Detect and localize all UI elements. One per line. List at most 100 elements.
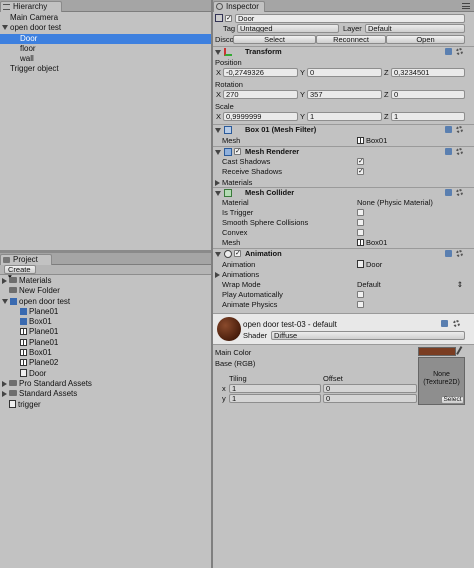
expand-triangle-icon[interactable] (215, 191, 221, 196)
position-y-field[interactable]: 0 (307, 68, 382, 77)
expand-triangle-icon[interactable] (2, 25, 8, 31)
project-tab[interactable]: Project (0, 254, 52, 265)
smooth-sphere-checkbox[interactable] (357, 219, 364, 226)
cast-shadows-checkbox[interactable]: ✓ (357, 158, 364, 165)
gear-icon[interactable] (456, 250, 463, 257)
hierarchy-item-door[interactable]: Door (0, 33, 211, 44)
collider-material-value[interactable]: None (Physic Material) (357, 198, 433, 207)
texture-slot[interactable]: None (Texture2D) Select (418, 357, 465, 405)
rot-x-label: X (216, 90, 222, 99)
gear-icon[interactable] (456, 126, 463, 133)
is-trigger-checkbox[interactable] (357, 209, 364, 216)
materials-foldout[interactable]: Materials (215, 178, 252, 187)
animation-header[interactable]: ✓ Animation (213, 248, 474, 259)
hierarchy-item-open-door-test[interactable]: open door test (0, 23, 211, 33)
hierarchy-item-main-camera[interactable]: Main Camera (0, 13, 211, 23)
project-item[interactable]: open door test (0, 297, 211, 307)
texture-select-button[interactable]: Select (441, 396, 464, 404)
eyedropper-icon[interactable] (456, 346, 466, 357)
project-item[interactable]: Pro Standard Assets (0, 379, 211, 389)
inspector-tab[interactable]: Inspector (213, 1, 265, 12)
tiling-x-label: x (222, 384, 226, 393)
collapsed-triangle-icon[interactable] (215, 180, 220, 186)
help-icon[interactable] (445, 48, 452, 55)
expand-triangle-icon[interactable] (215, 50, 221, 55)
convex-label: Convex (222, 228, 248, 237)
position-x-field[interactable]: -0,2749326 (223, 68, 298, 77)
project-item[interactable]: Plane02 (0, 358, 211, 368)
expand-triangle-icon[interactable] (2, 298, 8, 304)
folder-icon (9, 277, 17, 283)
mesh-filter-mesh-value[interactable]: Box01 (357, 136, 387, 145)
project-item[interactable]: Door (0, 368, 211, 379)
project-item[interactable]: Materials (0, 276, 211, 286)
project-item[interactable]: Plane01 (0, 327, 211, 337)
create-dropdown[interactable]: Create ▾ (4, 265, 36, 280)
help-icon[interactable] (445, 250, 452, 257)
select-button[interactable]: Select (233, 35, 316, 44)
position-z-field[interactable]: 0,3234501 (391, 68, 465, 77)
receive-shadows-checkbox[interactable]: ✓ (357, 168, 364, 175)
tiling-y-field[interactable]: 1 (229, 394, 321, 403)
expand-triangle-icon[interactable] (215, 128, 221, 133)
mesh-renderer-enabled-checkbox[interactable]: ✓ (234, 148, 241, 155)
mesh-collider-header[interactable]: Mesh Collider (213, 187, 474, 198)
mesh-renderer-header[interactable]: ✓ Mesh Renderer (213, 146, 474, 157)
tiling-x-field[interactable]: 1 (229, 384, 321, 393)
panel-menu-icon[interactable] (462, 3, 470, 9)
collider-mesh-value[interactable]: Box01 (357, 238, 387, 247)
hierarchy-tab[interactable]: Hierarchy (0, 1, 62, 12)
transform-header[interactable]: Transform (213, 46, 474, 57)
project-item[interactable]: trigger (0, 399, 211, 410)
collapsed-triangle-icon[interactable] (2, 278, 7, 284)
offset-x-field[interactable]: 0 (323, 384, 417, 393)
rotation-y-field[interactable]: 357 (307, 90, 382, 99)
project-item[interactable]: Plane01 (0, 307, 211, 317)
help-icon[interactable] (445, 126, 452, 133)
scale-y-field[interactable]: 1 (307, 112, 382, 121)
convex-checkbox[interactable] (357, 229, 364, 236)
wrap-mode-dropdown[interactable]: Default ⇕ (357, 280, 465, 289)
gear-icon[interactable] (453, 320, 460, 327)
active-checkbox[interactable]: ✓ (225, 15, 232, 22)
open-button[interactable]: Open (386, 35, 465, 44)
help-icon[interactable] (445, 148, 452, 155)
rotation-z-field[interactable]: 0 (391, 90, 465, 99)
project-item[interactable]: Standard Assets (0, 389, 211, 399)
project-item[interactable]: Box01 (0, 317, 211, 327)
project-item[interactable]: New Folder (0, 286, 211, 296)
hierarchy-item-wall[interactable]: wall (0, 54, 211, 64)
gear-icon[interactable] (456, 48, 463, 55)
animations-foldout[interactable]: Animations (215, 270, 259, 279)
project-item[interactable]: Box01 (0, 348, 211, 358)
horizontal-splitter[interactable] (0, 250, 211, 253)
animation-title: Animation (245, 249, 282, 258)
offset-y-field[interactable]: 0 (323, 394, 417, 403)
animation-enabled-checkbox[interactable]: ✓ (234, 250, 241, 257)
object-name-field[interactable]: Door (235, 14, 465, 23)
tag-dropdown[interactable]: Untagged (237, 24, 339, 33)
collapsed-triangle-icon[interactable] (2, 380, 7, 387)
scale-x-field[interactable]: 0,9999999 (223, 112, 298, 121)
help-icon[interactable] (445, 189, 452, 196)
animation-clip-value[interactable]: Door (357, 260, 382, 269)
hierarchy-item-floor[interactable]: floor (0, 44, 211, 54)
expand-triangle-icon[interactable] (215, 150, 221, 155)
hierarchy-item-trigger-object[interactable]: Trigger object (0, 64, 211, 74)
reconnect-button[interactable]: Reconnect (316, 35, 386, 44)
collapsed-triangle-icon[interactable] (2, 391, 7, 398)
help-icon[interactable] (441, 320, 448, 327)
animate-physics-checkbox[interactable] (357, 301, 364, 308)
expand-triangle-icon[interactable] (215, 252, 221, 257)
shader-dropdown[interactable]: Diffuse (271, 331, 465, 340)
scale-z-field[interactable]: 1 (391, 112, 465, 121)
rotation-x-field[interactable]: 270 (223, 90, 298, 99)
main-color-swatch[interactable] (418, 347, 456, 356)
gear-icon[interactable] (456, 148, 463, 155)
play-automatically-checkbox[interactable] (357, 291, 364, 298)
layer-dropdown[interactable]: Default (365, 24, 465, 33)
mesh-filter-header[interactable]: Box 01 (Mesh Filter) (213, 124, 474, 135)
gear-icon[interactable] (456, 189, 463, 196)
collapsed-triangle-icon[interactable] (215, 272, 220, 278)
project-item[interactable]: Plane01 (0, 338, 211, 348)
